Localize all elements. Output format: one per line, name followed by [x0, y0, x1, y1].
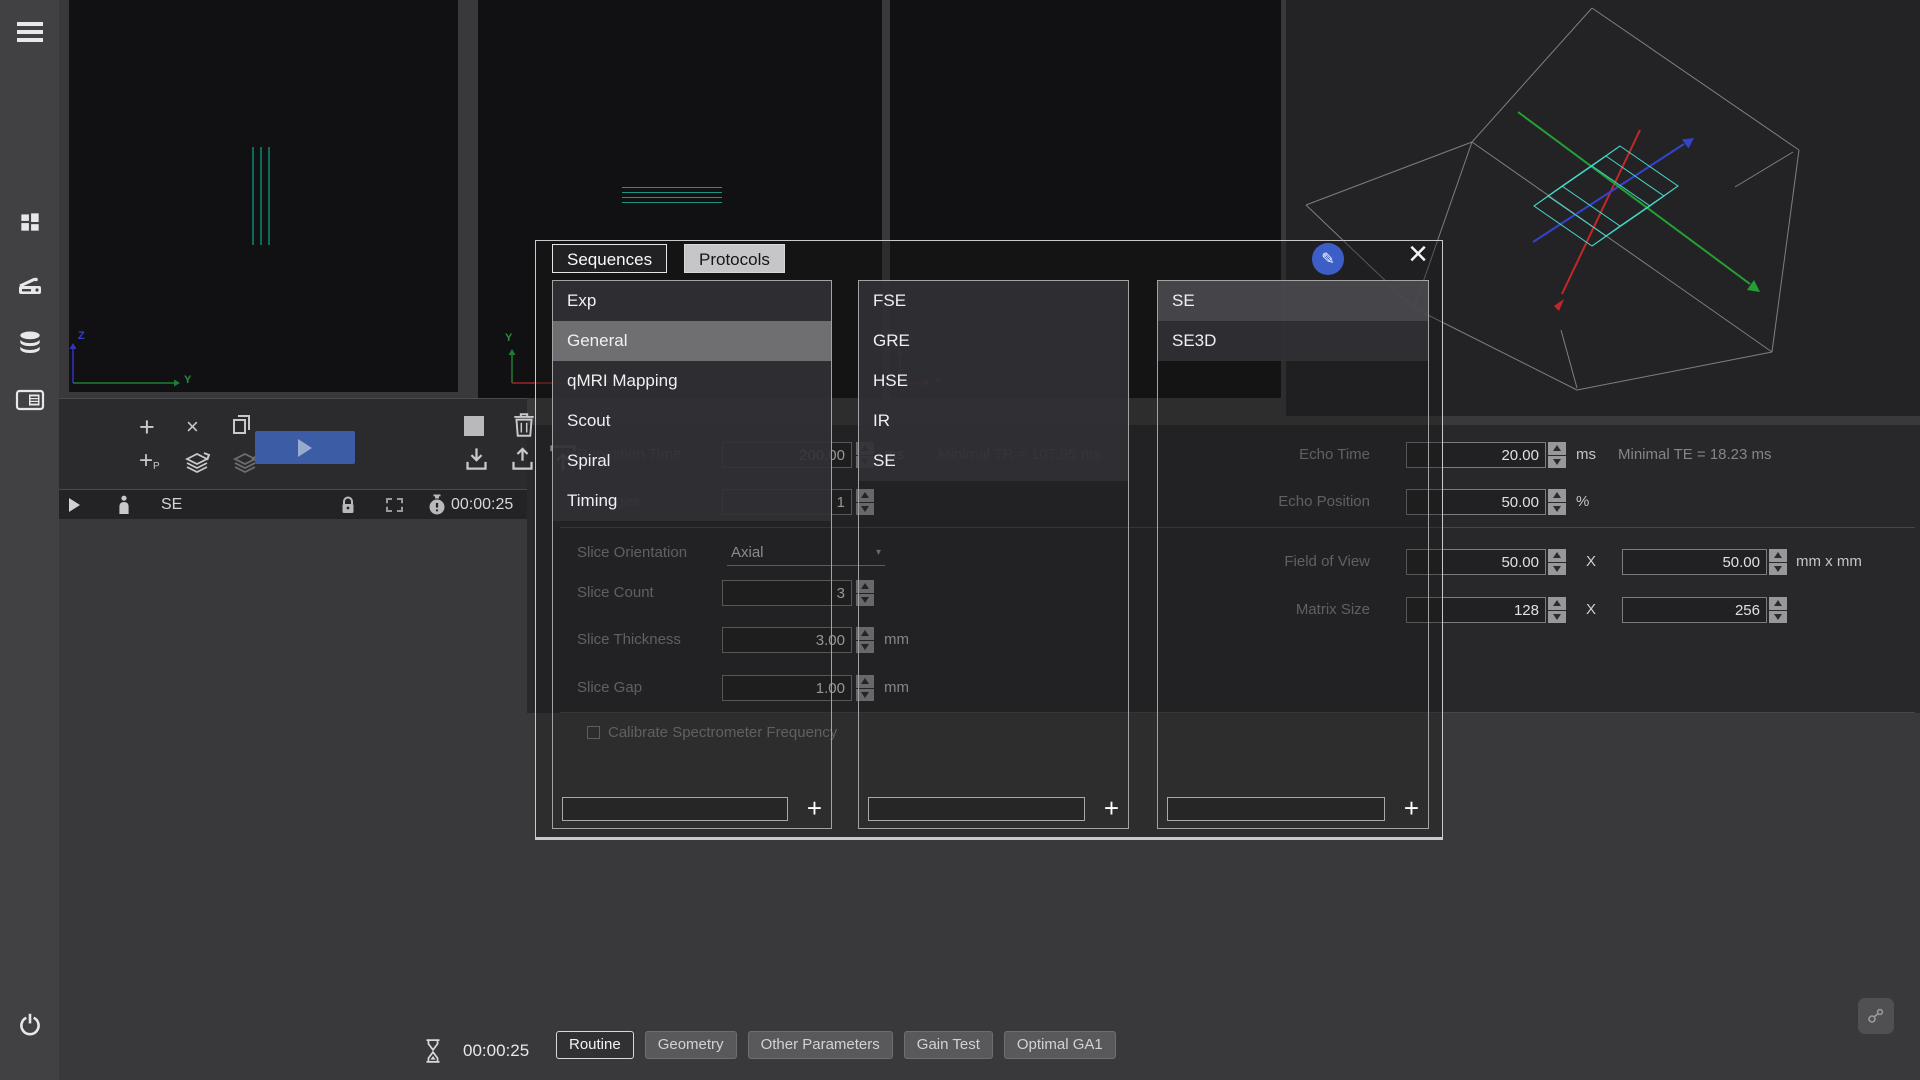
widget-button[interactable]: [1858, 998, 1894, 1034]
stepper[interactable]: [1548, 442, 1566, 468]
protocol-type-column: FSE GRE HSE IR SE +: [858, 280, 1129, 829]
protocol-column: SE SE3D +: [1157, 280, 1429, 829]
slice-line: [268, 147, 270, 245]
edit-button[interactable]: ✎: [1312, 243, 1344, 275]
hourglass-icon: [422, 1038, 444, 1067]
stepper[interactable]: [1769, 549, 1787, 575]
protocol-group-column: Exp General qMRI Mapping Scout Spiral Ti…: [552, 280, 832, 829]
add-item-button[interactable]: +: [1404, 793, 1419, 824]
add-item-row: +: [868, 796, 1119, 822]
axis-label: Y: [505, 332, 512, 344]
dimension-separator: X: [1586, 597, 1596, 623]
slice-line: [622, 197, 722, 198]
list-item[interactable]: FSE: [859, 281, 1128, 321]
slice-line: [622, 192, 722, 193]
add-item-row: +: [1167, 796, 1419, 822]
dimension-separator: X: [1586, 549, 1596, 575]
close-icon[interactable]: ×: [1400, 235, 1436, 274]
slice-line: [622, 187, 722, 188]
new-item-input[interactable]: [868, 797, 1085, 821]
tab-optimal-ga1[interactable]: Optimal GA1: [1004, 1031, 1116, 1059]
scanner-icon[interactable]: [0, 262, 59, 310]
dashboard-icon[interactable]: [0, 198, 59, 246]
list-item-selected[interactable]: SE: [1158, 281, 1428, 321]
add-item-row: +: [562, 796, 822, 822]
list-item[interactable]: SE3D: [1158, 321, 1428, 361]
power-icon[interactable]: [0, 1000, 59, 1048]
stepper[interactable]: [1548, 549, 1566, 575]
axis-label: Z: [78, 330, 85, 342]
sidebar: [0, 0, 59, 1080]
list-item[interactable]: HSE: [859, 361, 1128, 401]
list-item[interactable]: SE: [859, 441, 1128, 481]
pencil-icon: ✎: [1321, 249, 1334, 269]
list-item[interactable]: Spiral: [553, 441, 831, 481]
slice-line: [252, 147, 254, 245]
copy-icon[interactable]: [229, 412, 253, 436]
new-item-input[interactable]: [562, 797, 788, 821]
add-item-button[interactable]: +: [807, 793, 822, 824]
minimal-te-hint: Minimal TE = 18.23 ms: [1618, 442, 1772, 468]
unit-label: %: [1576, 489, 1589, 515]
list-item[interactable]: Timing: [553, 481, 831, 521]
list-item[interactable]: IR: [859, 401, 1128, 441]
tab-other-parameters[interactable]: Other Parameters: [748, 1031, 893, 1059]
stepper[interactable]: [1769, 597, 1787, 623]
remove-icon[interactable]: ×: [186, 414, 199, 440]
tab-protocols[interactable]: Protocols: [684, 244, 785, 273]
unit-label: mm x mm: [1796, 549, 1862, 575]
list-item[interactable]: qMRI Mapping: [553, 361, 831, 401]
stepper[interactable]: [1548, 597, 1566, 623]
tab-routine[interactable]: Routine: [556, 1031, 634, 1059]
add-icon[interactable]: +: [139, 412, 155, 443]
list-item[interactable]: Exp: [553, 281, 831, 321]
list-item-selected[interactable]: General: [553, 321, 831, 361]
stop-icon[interactable]: [463, 415, 485, 437]
fov-y-input[interactable]: 50.00: [1622, 549, 1767, 575]
new-item-input[interactable]: [1167, 797, 1385, 821]
database-icon[interactable]: [0, 320, 59, 368]
add-item-button[interactable]: +: [1104, 793, 1119, 824]
list-item[interactable]: GRE: [859, 321, 1128, 361]
tab-sequences[interactable]: Sequences: [552, 244, 667, 273]
matrix-y-input[interactable]: 256: [1622, 597, 1767, 623]
parameter-tabs: Routine Geometry Other Parameters Gain T…: [556, 1031, 1116, 1059]
scan-timer: 00:00:25: [463, 1041, 529, 1061]
slice-line: [622, 202, 722, 203]
axis-gizmo-1: Z Y: [60, 330, 210, 390]
axis-label: Y: [184, 374, 191, 386]
tab-geometry[interactable]: Geometry: [645, 1031, 737, 1059]
mri-console-app: Z Y Y x Z x: [0, 0, 1920, 1080]
slice-line: [260, 147, 262, 245]
menu-icon[interactable]: [0, 8, 59, 56]
protocols-dialog: Sequences Protocols ✎ × Exp General qMRI…: [535, 240, 1443, 840]
console-card-icon[interactable]: [0, 376, 59, 424]
unit-label: ms: [1576, 442, 1596, 468]
list-item[interactable]: Scout: [553, 401, 831, 441]
trash-icon[interactable]: [511, 411, 537, 439]
stepper[interactable]: [1548, 489, 1566, 515]
tab-gain-test[interactable]: Gain Test: [904, 1031, 993, 1059]
